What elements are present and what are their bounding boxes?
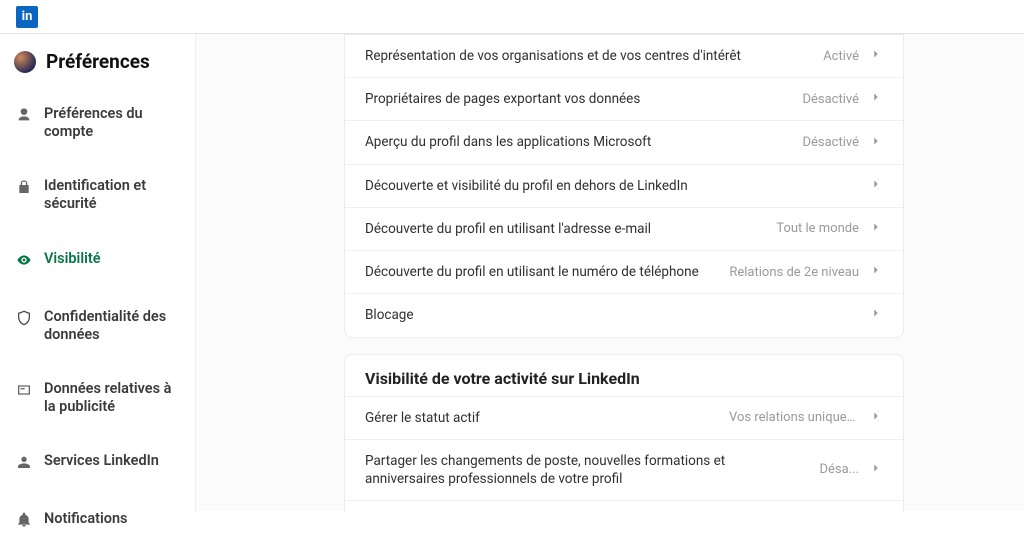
sidebar: Préférences Préférences du compte Identif… [0, 34, 196, 511]
content-area: Représentation de vos organisations et d… [196, 34, 1024, 511]
row-label: Partager les changements de poste, nouve… [365, 452, 808, 488]
sidebar-item-label: Notifications [44, 510, 128, 528]
eye-icon [16, 250, 32, 272]
row-label: Blocage [365, 306, 857, 324]
row-right [869, 177, 883, 195]
row-right: Désactivé [802, 90, 883, 108]
row-label: Gérer le statut actif [365, 409, 717, 427]
bell-icon [16, 510, 32, 532]
page-title: Préférences [46, 50, 150, 73]
row-right: Désa... [820, 461, 884, 479]
linkedin-logo[interactable]: in [16, 6, 38, 28]
settings-card: Représentation de vos organisations et d… [344, 34, 904, 338]
row-label: Découverte du profil en utilisant l'adre… [365, 220, 764, 238]
row-label: Aperçu du profil dans les applications M… [365, 133, 790, 151]
row-status: Tout le monde [776, 221, 859, 236]
settings-row[interactable]: Découverte du profil en utilisant le num… [345, 250, 903, 293]
sidebar-item-lock[interactable]: Identification et sécurité [14, 167, 185, 223]
settings-row[interactable]: Informez vos relations lorsque vous êtes… [345, 500, 903, 511]
sidebar-item-bell[interactable]: Notifications [14, 500, 185, 542]
sidebar-item-label: Services LinkedIn [44, 452, 159, 470]
settings-row[interactable]: Propriétaires de pages exportant vos don… [345, 77, 903, 120]
row-right: Relations de 2e niveau [729, 263, 883, 281]
sidebar-item-shield[interactable]: Confidentialité des données [14, 298, 185, 354]
settings-row[interactable]: Aperçu du profil dans les applications M… [345, 120, 903, 163]
row-status: Relations de 2e niveau [729, 265, 859, 280]
chevron-right-icon [869, 461, 883, 479]
user-icon [16, 105, 32, 127]
row-right: Vos relations uniquement [729, 409, 883, 427]
sidebar-item-label: Visibilité [44, 250, 101, 268]
settings-row[interactable]: Gérer le statut actif Vos relations uniqu… [345, 396, 903, 439]
chevron-right-icon [869, 177, 883, 195]
ads-icon [16, 380, 32, 402]
row-right [869, 306, 883, 324]
sidebar-item-user[interactable]: Préférences du compte [14, 95, 185, 151]
row-label: Représentation de vos organisations et d… [365, 47, 811, 65]
row-right: Activé [823, 47, 883, 65]
sidebar-header: Préférences [14, 50, 185, 73]
sidebar-item-label: Préférences du compte [44, 105, 183, 141]
row-status: Vos relations uniquement [729, 410, 859, 425]
row-label: Découverte du profil en utilisant le num… [365, 263, 717, 281]
sidebar-item-services[interactable]: Services LinkedIn [14, 442, 185, 484]
settings-row[interactable]: Découverte et visibilité du profil en de… [345, 164, 903, 207]
sidebar-item-label: Confidentialité des données [44, 308, 183, 344]
settings-row[interactable]: Représentation de vos organisations et d… [345, 35, 903, 77]
settings-row[interactable]: Découverte du profil en utilisant l'adre… [345, 207, 903, 250]
chevron-right-icon [869, 263, 883, 281]
lock-icon [16, 177, 32, 199]
chevron-right-icon [869, 90, 883, 108]
section-title: Visibilité de votre activité sur LinkedI… [345, 355, 903, 396]
settings-row[interactable]: Blocage [345, 293, 903, 336]
row-label: Propriétaires de pages exportant vos don… [365, 90, 790, 108]
chevron-right-icon [869, 306, 883, 324]
row-right: Tout le monde [776, 220, 883, 238]
chevron-right-icon [869, 409, 883, 427]
sidebar-item-label: Données relatives à la publicité [44, 380, 183, 416]
row-status: Désactivé [802, 92, 859, 107]
row-status: Désa... [820, 462, 860, 477]
top-bar: in [0, 0, 1024, 34]
chevron-right-icon [869, 134, 883, 152]
row-status: Activé [823, 49, 859, 64]
shield-icon [16, 308, 32, 330]
row-status: Désactivé [802, 135, 859, 150]
sidebar-item-eye[interactable]: Visibilité [14, 240, 185, 282]
chevron-right-icon [869, 47, 883, 65]
row-label: Découverte et visibilité du profil en de… [365, 177, 857, 195]
services-icon [16, 452, 32, 474]
sidebar-item-ads[interactable]: Données relatives à la publicité [14, 370, 185, 426]
row-right: Désactivé [802, 134, 883, 152]
settings-card: Visibilité de votre activité sur LinkedI… [344, 354, 904, 511]
avatar[interactable] [14, 51, 36, 73]
sidebar-item-label: Identification et sécurité [44, 177, 183, 213]
chevron-right-icon [869, 220, 883, 238]
settings-row[interactable]: Partager les changements de poste, nouve… [345, 439, 903, 500]
